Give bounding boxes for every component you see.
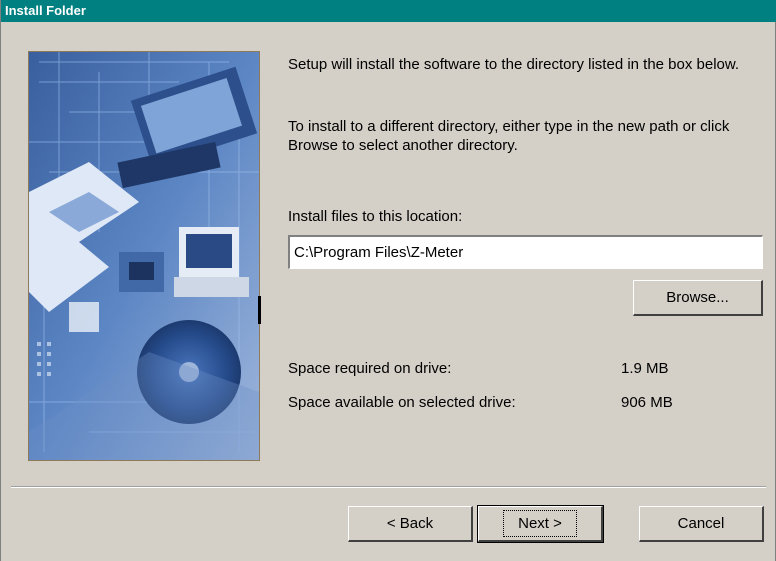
space-available-label: Space available on selected drive: bbox=[288, 394, 516, 411]
footer-separator bbox=[11, 486, 766, 488]
space-available-value: 906 MB bbox=[621, 394, 673, 411]
install-location-label: Install files to this location: bbox=[288, 208, 463, 225]
description-paragraph-1: Setup will install the software to the d… bbox=[288, 56, 740, 73]
next-button-label: Next > bbox=[503, 510, 577, 537]
install-folder-dialog: Install Folder Setup will install the so… bbox=[0, 0, 776, 561]
window-title: Install Folder bbox=[1, 0, 776, 22]
install-path-input[interactable] bbox=[288, 235, 763, 269]
space-required-label: Space required on drive: bbox=[288, 360, 452, 377]
browse-button[interactable]: Browse... bbox=[633, 280, 763, 316]
next-button[interactable]: Next > bbox=[477, 505, 604, 543]
space-required-value: 1.9 MB bbox=[621, 360, 669, 377]
back-button[interactable]: < Back bbox=[348, 506, 473, 542]
description-paragraph-2: To install to a different directory, eit… bbox=[288, 118, 730, 154]
divider-mark bbox=[258, 296, 261, 324]
setup-banner-image bbox=[28, 51, 260, 461]
cancel-button[interactable]: Cancel bbox=[639, 506, 764, 542]
